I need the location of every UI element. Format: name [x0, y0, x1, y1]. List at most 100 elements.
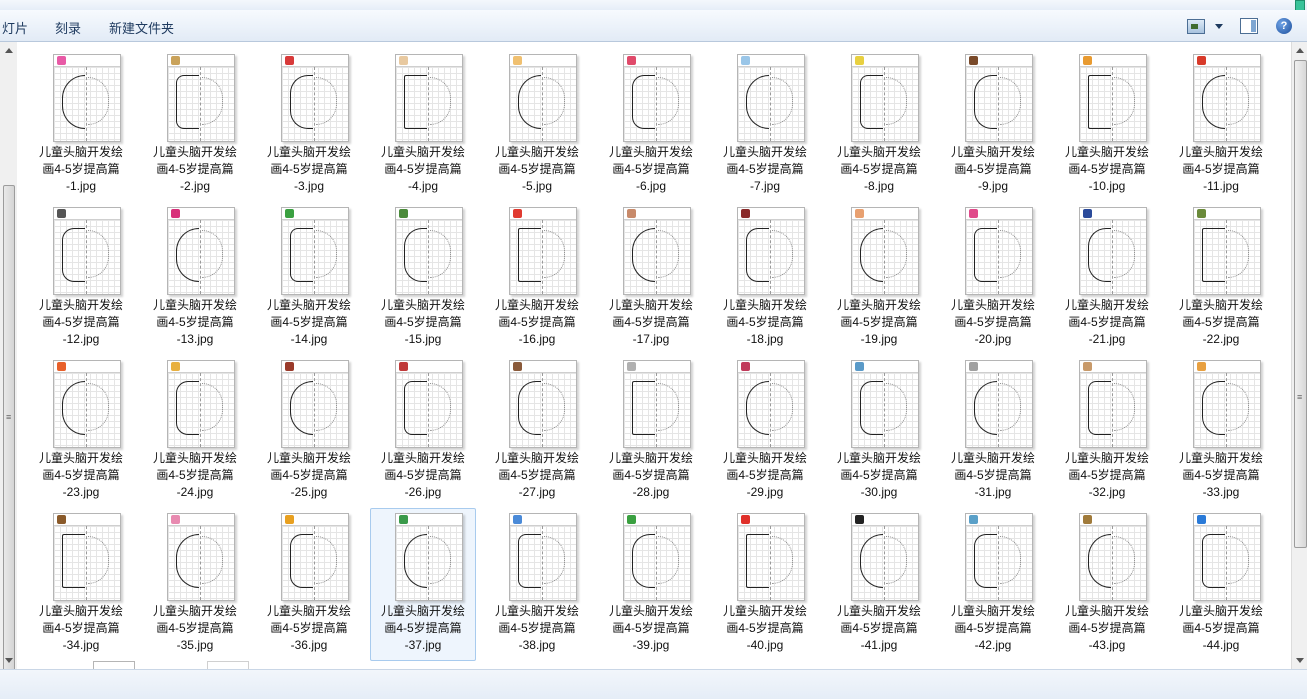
file-item[interactable]: 儿童头脑开发绘 画4-5岁提高篇 -35.jpg: [142, 508, 248, 661]
file-name-line: 画4-5岁提高篇: [954, 162, 1032, 176]
file-item[interactable]: 儿童头脑开发绘 画4-5岁提高篇 -9.jpg: [940, 49, 1046, 202]
file-item[interactable]: 儿童头脑开发绘 画4-5岁提高篇 -36.jpg: [256, 508, 362, 661]
file-item[interactable]: 儿童头脑开发绘 画4-5岁提高篇 -13.jpg: [142, 202, 248, 355]
navigation-pane-scrollbar[interactable]: ≡: [0, 42, 18, 687]
half-drawing: [860, 534, 883, 588]
file-name-line: 儿童头脑开发绘: [152, 451, 237, 465]
file-name-suffix: -19.jpg: [860, 332, 898, 346]
file-name-line: 儿童头脑开发绘: [266, 298, 351, 312]
file-name-line: 画4-5岁提高篇: [1182, 315, 1260, 329]
file-item[interactable]: 儿童头脑开发绘 画4-5岁提高篇 -12.jpg: [28, 202, 134, 355]
file-item[interactable]: 儿童头脑开发绘 画4-5岁提高篇 -28.jpg: [598, 355, 704, 508]
file-item[interactable]: 儿童头脑开发绘 画4-5岁提高篇 -1.jpg: [28, 49, 134, 202]
file-name: 儿童头脑开发绘 画4-5岁提高篇 -38.jpg: [485, 603, 589, 654]
symmetry-line: [200, 526, 201, 600]
scrollbar-thumb[interactable]: [1294, 60, 1307, 548]
symmetry-line: [200, 67, 201, 141]
symmetry-line: [884, 220, 885, 294]
half-drawing: [746, 381, 769, 435]
file-item[interactable]: 儿童头脑开发绘 画4-5岁提高篇 -2.jpg: [142, 49, 248, 202]
file-item[interactable]: 儿童头脑开发绘 画4-5岁提高篇 -15.jpg: [370, 202, 476, 355]
file-item[interactable]: 儿童头脑开发绘 画4-5岁提高篇 -43.jpg: [1054, 508, 1160, 661]
file-item[interactable]: 儿童头脑开发绘 画4-5岁提高篇 -18.jpg: [712, 202, 818, 355]
file-item[interactable]: 儿童头脑开发绘 画4-5岁提高篇 -41.jpg: [826, 508, 932, 661]
scroll-up-icon[interactable]: [1296, 48, 1304, 53]
slideshow-button[interactable]: 灯片: [2, 18, 28, 37]
file-name-suffix: -30.jpg: [860, 485, 898, 499]
file-item[interactable]: 儿童头脑开发绘 画4-5岁提高篇 -34.jpg: [28, 508, 134, 661]
scrollbar-thumb[interactable]: [3, 185, 15, 687]
file-name-line: 儿童头脑开发绘: [836, 451, 921, 465]
partial-thumbnail[interactable]: [93, 661, 135, 669]
file-item[interactable]: 儿童头脑开发绘 画4-5岁提高篇 -21.jpg: [1054, 202, 1160, 355]
file-name-suffix: -7.jpg: [749, 179, 781, 193]
scroll-down-icon[interactable]: [1296, 658, 1304, 663]
burn-button[interactable]: 刻录: [55, 18, 81, 37]
grip-icon: ≡: [1297, 392, 1303, 402]
file-item[interactable]: 儿童头脑开发绘 画4-5岁提高篇 -29.jpg: [712, 355, 818, 508]
half-drawing: [632, 75, 655, 129]
file-item[interactable]: 儿童头脑开发绘 画4-5岁提高篇 -19.jpg: [826, 202, 932, 355]
half-drawing: [1202, 534, 1225, 588]
file-item[interactable]: 儿童头脑开发绘 画4-5岁提高篇 -7.jpg: [712, 49, 818, 202]
file-item[interactable]: 儿童头脑开发绘 画4-5岁提高篇 -37.jpg: [370, 508, 476, 661]
file-item[interactable]: 儿童头脑开发绘 画4-5岁提高篇 -4.jpg: [370, 49, 476, 202]
file-name: 儿童头脑开发绘 画4-5岁提高篇 -1.jpg: [29, 144, 133, 195]
preview-pane-button[interactable]: [1240, 16, 1258, 36]
file-name: 儿童头脑开发绘 画4-5岁提高篇 -32.jpg: [1055, 450, 1159, 501]
file-item[interactable]: 儿童头脑开发绘 画4-5岁提高篇 -23.jpg: [28, 355, 134, 508]
image-thumbnail: [737, 207, 805, 295]
sample-picture-icon: [57, 56, 66, 65]
chevron-down-icon[interactable]: [1215, 23, 1223, 29]
symmetry-line: [1226, 373, 1227, 447]
half-drawing: [290, 228, 313, 282]
change-view-button[interactable]: [1187, 16, 1223, 36]
help-button[interactable]: ?: [1276, 16, 1292, 36]
file-name-suffix: -17.jpg: [632, 332, 670, 346]
file-item[interactable]: 儿童头脑开发绘 画4-5岁提高篇 -26.jpg: [370, 355, 476, 508]
file-item[interactable]: 儿童头脑开发绘 画4-5岁提高篇 -8.jpg: [826, 49, 932, 202]
file-name-line: 儿童头脑开发绘: [38, 298, 123, 312]
file-item[interactable]: 儿童头脑开发绘 画4-5岁提高篇 -27.jpg: [484, 355, 590, 508]
dotted-guide: [772, 383, 793, 431]
file-item[interactable]: 儿童头脑开发绘 画4-5岁提高篇 -17.jpg: [598, 202, 704, 355]
scroll-down-icon[interactable]: [5, 658, 13, 663]
file-item[interactable]: 儿童头脑开发绘 画4-5岁提高篇 -38.jpg: [484, 508, 590, 661]
file-item[interactable]: 儿童头脑开发绘 画4-5岁提高篇 -32.jpg: [1054, 355, 1160, 508]
file-item[interactable]: 儿童头脑开发绘 画4-5岁提高篇 -3.jpg: [256, 49, 362, 202]
file-item[interactable]: 儿童头脑开发绘 画4-5岁提高篇 -44.jpg: [1168, 508, 1274, 661]
file-item[interactable]: 儿童头脑开发绘 画4-5岁提高篇 -6.jpg: [598, 49, 704, 202]
partial-thumbnail[interactable]: [207, 661, 249, 669]
dotted-guide: [88, 230, 109, 278]
symmetry-line: [656, 373, 657, 447]
file-item[interactable]: 儿童头脑开发绘 画4-5岁提高篇 -11.jpg: [1168, 49, 1274, 202]
file-item[interactable]: 儿童头脑开发绘 画4-5岁提高篇 -39.jpg: [598, 508, 704, 661]
scroll-up-icon[interactable]: [5, 48, 13, 53]
half-drawing: [860, 228, 883, 282]
file-item[interactable]: 儿童头脑开发绘 画4-5岁提高篇 -42.jpg: [940, 508, 1046, 661]
dotted-guide: [886, 230, 907, 278]
file-item[interactable]: 儿童头脑开发绘 画4-5岁提高篇 -22.jpg: [1168, 202, 1274, 355]
file-item[interactable]: 儿童头脑开发绘 画4-5岁提高篇 -40.jpg: [712, 508, 818, 661]
file-item[interactable]: 儿童头脑开发绘 画4-5岁提高篇 -14.jpg: [256, 202, 362, 355]
symmetry-line: [884, 373, 885, 447]
file-name-line: 儿童头脑开发绘: [1178, 298, 1263, 312]
file-item[interactable]: 儿童头脑开发绘 画4-5岁提高篇 -5.jpg: [484, 49, 590, 202]
file-item[interactable]: 儿童头脑开发绘 画4-5岁提高篇 -16.jpg: [484, 202, 590, 355]
new-folder-button[interactable]: 新建文件夹: [109, 18, 174, 37]
vertical-scrollbar[interactable]: ≡: [1291, 42, 1307, 669]
file-item[interactable]: 儿童头脑开发绘 画4-5岁提高篇 -25.jpg: [256, 355, 362, 508]
sample-picture-icon: [171, 515, 180, 524]
symmetry-line: [1226, 67, 1227, 141]
file-item[interactable]: 儿童头脑开发绘 画4-5岁提高篇 -24.jpg: [142, 355, 248, 508]
file-name-line: 儿童头脑开发绘: [1064, 604, 1149, 618]
file-item[interactable]: 儿童头脑开发绘 画4-5岁提高篇 -31.jpg: [940, 355, 1046, 508]
view-icon: [1187, 18, 1205, 34]
file-item[interactable]: 儿童头脑开发绘 画4-5岁提高篇 -20.jpg: [940, 202, 1046, 355]
half-drawing: [62, 228, 85, 282]
image-thumbnail: [623, 513, 691, 601]
file-item[interactable]: 儿童头脑开发绘 画4-5岁提高篇 -33.jpg: [1168, 355, 1274, 508]
file-item[interactable]: 儿童头脑开发绘 画4-5岁提高篇 -10.jpg: [1054, 49, 1160, 202]
file-item[interactable]: 儿童头脑开发绘 画4-5岁提高篇 -30.jpg: [826, 355, 932, 508]
file-name-line: 儿童头脑开发绘: [950, 145, 1035, 159]
